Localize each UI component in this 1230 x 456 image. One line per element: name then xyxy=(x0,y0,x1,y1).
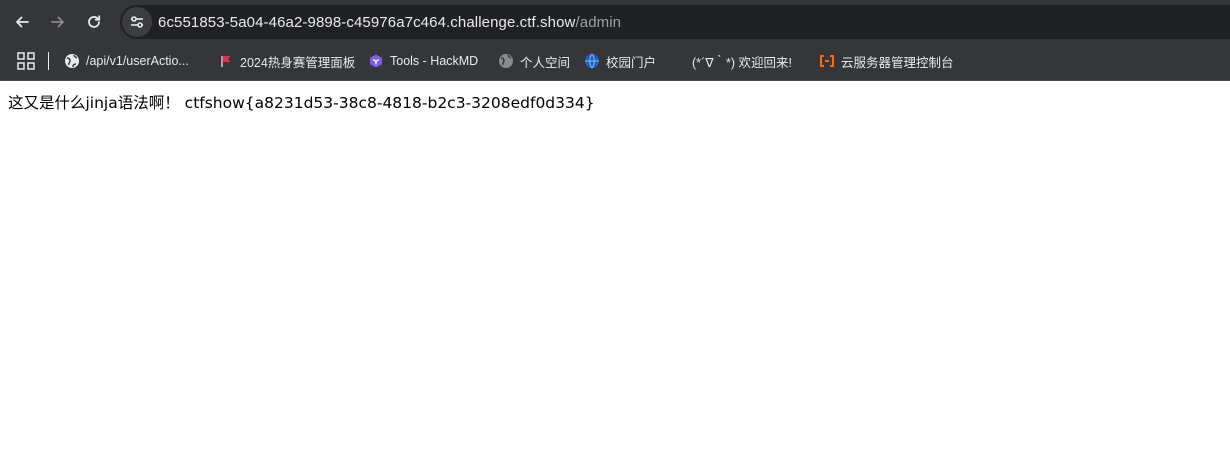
bookmark-label: 个人空间 xyxy=(520,55,571,70)
hackmd-icon xyxy=(370,54,382,68)
page-message: 这又是什么jinja语法啊！ ctfshow{a8231d53-38c8-481… xyxy=(8,94,595,112)
bookmark-api-user-action[interactable]: /api/v1/userActio... xyxy=(64,50,189,72)
bookmark-label: /api/v1/userActio... xyxy=(86,54,189,68)
page-content: 这又是什么jinja语法啊！ ctfshow{a8231d53-38c8-481… xyxy=(0,81,1230,123)
reload-button[interactable] xyxy=(78,6,110,38)
bookmark-hackmd[interactable]: Tools - HackMD xyxy=(368,50,478,72)
campus-globe-icon xyxy=(585,53,599,69)
reload-icon xyxy=(88,15,101,28)
bookmark-label: 2024热身赛管理面板 xyxy=(240,55,356,70)
bookmark-cloud-console[interactable]: 云服务器管理控制台 xyxy=(819,50,954,72)
browser-toolbar: 6c551853-5a04-46a2-9898-c45976a7c464.cha… xyxy=(0,0,1230,41)
back-button[interactable] xyxy=(6,6,38,38)
bookmark-campus-portal[interactable]: 校园门户 xyxy=(584,50,656,72)
apps-grid-icon[interactable] xyxy=(17,52,35,70)
bookmark-welcome-back[interactable]: (*´∇｀*) 欢迎回来! xyxy=(670,50,792,72)
arrow-left-icon xyxy=(16,16,29,28)
browser-chrome: 6c551853-5a04-46a2-9898-c45976a7c464.cha… xyxy=(0,0,1230,81)
bookmark-label: 云服务器管理控制台 xyxy=(841,55,954,70)
blank-icon xyxy=(670,53,686,69)
address-bar[interactable]: 6c551853-5a04-46a2-9898-c45976a7c464.cha… xyxy=(120,5,1230,39)
ctfd-flag-icon xyxy=(221,56,231,67)
aliyun-icon xyxy=(820,55,834,67)
gray-globe-icon xyxy=(499,54,513,68)
tune-icon xyxy=(131,16,143,28)
bookmark-label: Tools - HackMD xyxy=(390,54,479,68)
bookmarks-bar: /api/v1/userActio... 2024热身赛管理面板 Tools -… xyxy=(0,41,1230,81)
url-text[interactable]: 6c551853-5a04-46a2-9898-c45976a7c464.cha… xyxy=(158,14,621,31)
arrow-right-icon xyxy=(51,16,64,28)
bookmark-2024-panel[interactable]: 2024热身赛管理面板 xyxy=(218,50,355,72)
bookmark-label: 校园门户 xyxy=(606,55,657,70)
url-host: 6c551853-5a04-46a2-9898-c45976a7c464.cha… xyxy=(158,13,576,31)
globe-icon xyxy=(65,54,79,68)
bookmark-label: (*´∇｀*) 欢迎回来! xyxy=(692,55,793,70)
bookmarks-separator xyxy=(48,52,49,70)
forward-button[interactable] xyxy=(42,6,74,38)
url-path: /admin xyxy=(575,13,622,31)
bookmark-personal-space[interactable]: 个人空间 xyxy=(498,50,570,72)
site-info-button[interactable] xyxy=(122,7,152,37)
